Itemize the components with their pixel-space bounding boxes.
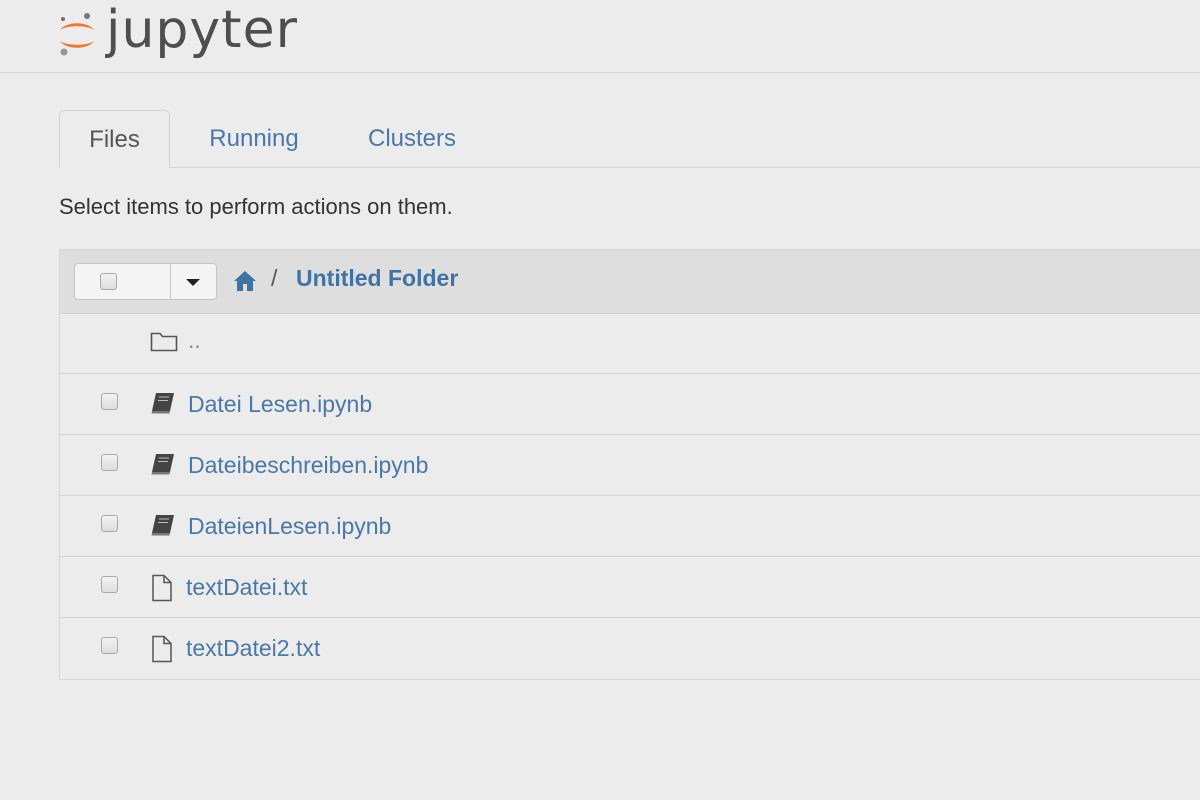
item-name[interactable]: ..: [188, 327, 201, 354]
folder-icon: [150, 332, 178, 352]
tab-running[interactable]: Running: [199, 110, 309, 167]
home-icon[interactable]: [233, 270, 257, 292]
file-icon: [152, 574, 172, 602]
notebook-icon: [151, 454, 174, 475]
select-all-dropdown: [74, 263, 217, 300]
select-all-button[interactable]: [75, 264, 170, 299]
select-all-checkbox[interactable]: [100, 273, 117, 290]
breadcrumb-current-folder[interactable]: Untitled Folder: [296, 265, 458, 292]
file-list-header: / Untitled Folder: [60, 250, 1200, 314]
item-checkbox[interactable]: [101, 454, 118, 471]
tab-files[interactable]: Files: [59, 110, 170, 168]
jupyter-logo[interactable]: jupyter: [56, 4, 298, 64]
tab-clusters[interactable]: Clusters: [357, 110, 467, 167]
caret-down-icon: [186, 279, 200, 286]
header: jupyter: [0, 0, 1200, 73]
notebook-icon: [151, 515, 174, 536]
list-item[interactable]: textDatei2.txt: [60, 618, 1200, 679]
jupyter-logo-icon: [60, 13, 94, 56]
tab-bar: Files Running Clusters: [59, 110, 1200, 168]
item-name[interactable]: Datei Lesen.ipynb: [188, 391, 372, 418]
breadcrumb-separator: /: [271, 265, 278, 291]
instruction-text: Select items to perform actions on them.: [59, 194, 453, 219]
list-item[interactable]: DateienLesen.ipynb: [60, 496, 1200, 557]
notebook-icon: [151, 393, 174, 414]
item-checkbox[interactable]: [101, 637, 118, 654]
item-name[interactable]: textDatei.txt: [186, 574, 307, 601]
item-name[interactable]: Dateibeschreiben.ipynb: [188, 452, 428, 479]
list-item[interactable]: textDatei.txt: [60, 557, 1200, 618]
file-list-panel: / Untitled Folder .. Datei Lesen.ipynb D…: [59, 249, 1200, 680]
item-checkbox[interactable]: [101, 515, 118, 532]
item-name[interactable]: textDatei2.txt: [186, 635, 320, 662]
select-menu-toggle[interactable]: [171, 264, 216, 299]
list-item[interactable]: Dateibeschreiben.ipynb: [60, 435, 1200, 496]
file-icon: [152, 635, 172, 663]
logo-text: jupyter: [106, 0, 298, 60]
item-checkbox[interactable]: [101, 393, 118, 410]
item-checkbox[interactable]: [101, 576, 118, 593]
list-item-parent-dir[interactable]: ..: [60, 313, 1200, 374]
item-name[interactable]: DateienLesen.ipynb: [188, 513, 391, 540]
list-item[interactable]: Datei Lesen.ipynb: [60, 374, 1200, 435]
